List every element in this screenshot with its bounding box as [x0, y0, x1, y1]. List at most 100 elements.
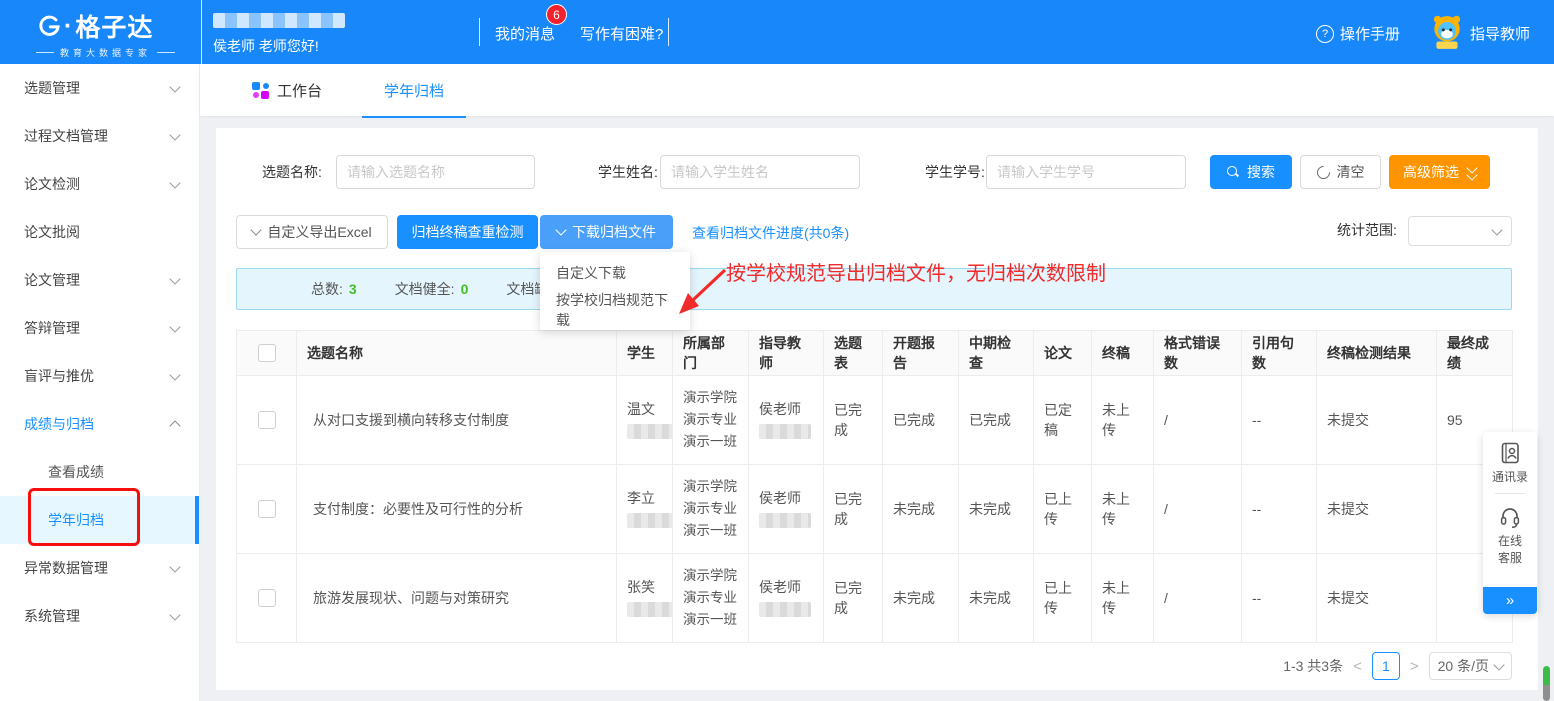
clear-button[interactable]: 清空: [1300, 155, 1381, 189]
cell-format-errors: /: [1154, 554, 1242, 643]
cell-topic-form: 已完成: [824, 465, 883, 554]
chevron-down-icon: [169, 81, 180, 92]
cell-paper: 已上传: [1034, 554, 1092, 643]
table-row: 旅游发展现状、问题与对策研究 张笑 演示学院演示专业演示一班 侯老师 已完成 未…: [237, 554, 1513, 643]
cell-final: 未上传: [1092, 554, 1154, 643]
chevron-down-icon: [251, 224, 262, 235]
sidebar-item-paper-check[interactable]: 论文检测: [0, 160, 199, 208]
prev-page-button[interactable]: <: [1353, 658, 1362, 675]
annotation-text: 按学校规范导出归档文件，无归档次数限制: [726, 257, 1106, 286]
refresh-icon: [1314, 163, 1332, 181]
cell-citations: --: [1242, 465, 1317, 554]
cell-department: 演示学院演示专业演示一班: [673, 376, 749, 465]
collapse-panel-button[interactable]: »: [1483, 587, 1537, 614]
select-all-checkbox[interactable]: [258, 344, 276, 362]
sidebar-item-paper-management[interactable]: 论文管理: [0, 256, 199, 304]
row-checkbox[interactable]: [258, 500, 276, 518]
sidebar-item-year-archive[interactable]: 学年归档: [0, 496, 199, 544]
mascot-avatar[interactable]: [1428, 13, 1466, 51]
table-row: 支付制度：必要性及可行性的分析 李立 演示学院演示专业演示一班 侯老师 已完成 …: [237, 465, 1513, 554]
cell-teacher: 侯老师: [749, 376, 824, 465]
col-final-result: 终稿检测结果: [1317, 331, 1437, 376]
sidebar-item-view-grades[interactable]: 查看成绩: [0, 448, 199, 496]
cell-topic-form: 已完成: [824, 376, 883, 465]
sidebar-item-topic-management[interactable]: 选题管理: [0, 64, 199, 112]
topic-name-input[interactable]: [336, 155, 535, 189]
cell-final-result: 未提交: [1317, 554, 1437, 643]
redacted-text: [759, 513, 811, 528]
advanced-filter-button[interactable]: 高级筛选: [1389, 155, 1490, 189]
cell-proposal: 未完成: [883, 465, 959, 554]
cell-final: 未上传: [1092, 465, 1154, 554]
writing-help-link[interactable]: 写作有困难?: [580, 23, 663, 44]
online-service-button[interactable]: 在线 客服: [1498, 496, 1522, 572]
redacted-text: [627, 513, 673, 528]
sidebar-item-paper-review[interactable]: 论文批阅: [0, 208, 199, 256]
archive-progress-link[interactable]: 查看归档文件进度(共0条): [692, 223, 849, 243]
cell-student: 张笑: [617, 554, 673, 643]
student-name-input[interactable]: [660, 155, 860, 189]
sidebar-item-grades-archive[interactable]: 成绩与归档: [0, 400, 199, 448]
cell-final-result: 未提交: [1317, 465, 1437, 554]
col-department: 所属部门: [673, 331, 749, 376]
menu-item-custom-download[interactable]: 自定义下载: [540, 254, 690, 291]
cell-citations: --: [1242, 554, 1317, 643]
cell-paper: 已定稿: [1034, 376, 1092, 465]
redacted-text: [627, 424, 673, 439]
page-size-select[interactable]: 20 条/页: [1429, 652, 1512, 680]
tab-workbench[interactable]: 工作台: [252, 64, 322, 116]
search-button[interactable]: 搜索: [1210, 155, 1292, 189]
student-number-input[interactable]: [986, 155, 1186, 189]
chevron-down-icon: [1491, 224, 1502, 235]
search-icon: [1227, 166, 1240, 179]
cell-midterm: 已完成: [959, 376, 1034, 465]
next-page-button[interactable]: >: [1410, 658, 1419, 675]
cell-topic: 支付制度：必要性及可行性的分析: [297, 465, 617, 554]
top-header: · 格子达 教育大数据专家 侯老师 老师您好! 我的消息 6 写作有困难? ? …: [0, 0, 1554, 64]
cell-format-errors: /: [1154, 465, 1242, 554]
row-checkbox[interactable]: [258, 589, 276, 607]
sidebar-nav: 选题管理 过程文档管理 论文检测 论文批阅 论文管理 答辩管理 盲评与推优 成绩…: [0, 64, 200, 701]
redacted-text: [627, 602, 673, 617]
sidebar-item-defense-management[interactable]: 答辩管理: [0, 304, 199, 352]
my-messages-link[interactable]: 我的消息: [495, 23, 555, 44]
header-divider: [668, 18, 669, 46]
scope-select[interactable]: [1408, 216, 1512, 246]
download-archive-dropdown-button[interactable]: 下载归档文件: [540, 215, 673, 249]
chevron-down-icon: [169, 561, 180, 572]
chevron-down-icon: [169, 321, 180, 332]
manual-link[interactable]: ? 操作手册: [1316, 23, 1400, 44]
workbench-icon: [252, 82, 269, 99]
headset-icon: [1498, 505, 1522, 529]
logo-text: 格子达: [75, 8, 153, 44]
contacts-button[interactable]: 通讯录: [1492, 432, 1528, 491]
sidebar-item-process-docs[interactable]: 过程文档管理: [0, 112, 199, 160]
col-student: 学生: [617, 331, 673, 376]
app-logo[interactable]: · 格子达 教育大数据专家: [36, 8, 196, 58]
recheck-final-button[interactable]: 归档终稿查重检测: [397, 215, 538, 249]
export-excel-dropdown-button[interactable]: 自定义导出Excel: [236, 215, 388, 249]
sidebar-item-abnormal-data[interactable]: 异常数据管理: [0, 544, 199, 592]
cell-proposal: 未完成: [883, 554, 959, 643]
col-score: 最终成绩: [1437, 331, 1513, 376]
col-final: 终稿: [1092, 331, 1154, 376]
cell-topic: 旅游发展现状、问题与对策研究: [297, 554, 617, 643]
col-topic: 选题名称: [297, 331, 617, 376]
row-checkbox[interactable]: [258, 411, 276, 429]
sidebar-item-system-management[interactable]: 系统管理: [0, 592, 199, 640]
col-midterm: 中期检查: [959, 331, 1034, 376]
archive-table: 选题名称 学生 所属部门 指导教师 选题表 开题报告 中期检查 论文 终稿 格式…: [236, 330, 1513, 643]
cell-midterm: 未完成: [959, 554, 1034, 643]
question-circle-icon: ?: [1316, 25, 1334, 43]
scope-label: 统计范围:: [1337, 215, 1397, 245]
header-divider: [201, 0, 202, 64]
page: · 格子达 教育大数据专家 侯老师 老师您好! 我的消息 6 写作有困难? ? …: [0, 0, 1554, 701]
address-book-icon: [1498, 441, 1522, 465]
redacted-school-name: [213, 13, 345, 28]
sidebar-item-blind-review[interactable]: 盲评与推优: [0, 352, 199, 400]
page-number-button[interactable]: 1: [1372, 652, 1400, 680]
menu-item-school-standard-download[interactable]: 按学校归档规范下载: [540, 291, 690, 328]
scrollbar-thumb[interactable]: [1543, 666, 1550, 701]
tab-year-archive[interactable]: 学年归档: [362, 64, 466, 118]
logo-tagline: 教育大数据专家: [36, 46, 196, 59]
